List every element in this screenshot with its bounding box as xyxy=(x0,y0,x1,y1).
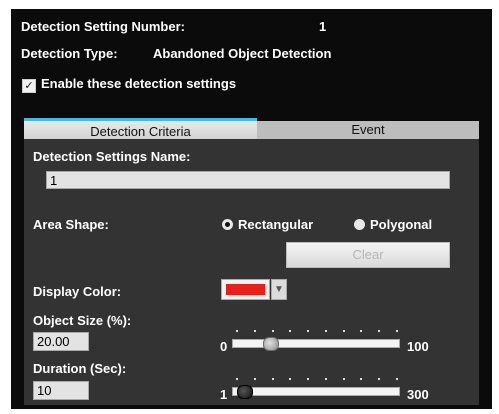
slider-tick xyxy=(271,378,274,380)
check-icon: ✓ xyxy=(24,80,34,92)
slider-tick xyxy=(324,330,327,332)
slider-tick xyxy=(271,330,274,332)
object-size-input[interactable]: 20.00 xyxy=(33,332,89,351)
duration-slider[interactable] xyxy=(232,387,400,396)
rectangular-label: Rectangular xyxy=(238,217,314,232)
duration-min: 1 xyxy=(220,387,228,402)
slider-tick xyxy=(253,330,256,332)
detection-settings-panel: Detection Setting Number: 1 Detection Ty… xyxy=(11,9,492,409)
slider-tick xyxy=(236,330,238,332)
area-shape-label: Area Shape: xyxy=(33,217,109,232)
slider-tick xyxy=(360,378,363,380)
duration-max: 300 xyxy=(407,387,429,402)
polygonal-label: Polygonal xyxy=(370,217,433,232)
slider-tick xyxy=(253,378,256,380)
duration-slider-thumb[interactable] xyxy=(236,385,253,399)
clear-button[interactable]: Clear xyxy=(286,242,450,268)
slider-tick xyxy=(360,330,363,332)
slider-tick xyxy=(307,378,310,380)
slider-tick xyxy=(378,330,381,332)
settings-name-input[interactable]: 1 xyxy=(46,171,450,189)
slider-tick xyxy=(289,378,292,380)
enable-checkbox[interactable]: ✓ xyxy=(22,79,36,93)
slider-tick xyxy=(342,330,345,332)
slider-tick xyxy=(342,378,345,380)
tab-detection-criteria[interactable]: Detection Criteria xyxy=(24,118,257,139)
object-size-slider[interactable] xyxy=(232,339,400,348)
detection-criteria-content: Detection Settings Name: 1 Area Shape: R… xyxy=(24,139,479,405)
duration-input[interactable]: 10 xyxy=(33,381,89,400)
polygonal-radio[interactable] xyxy=(354,219,365,230)
slider-tick xyxy=(236,378,238,380)
slider-tick xyxy=(289,330,292,332)
object-size-label: Object Size (%): xyxy=(33,313,132,328)
settings-name-label: Detection Settings Name: xyxy=(33,149,191,164)
detection-type-value: Abandoned Object Detection xyxy=(153,46,332,61)
display-color-swatch[interactable] xyxy=(221,279,270,300)
slider-tick xyxy=(307,330,310,332)
triangle-down-icon[interactable]: ▼ xyxy=(271,279,287,300)
object-size-min: 0 xyxy=(220,339,228,354)
setting-number-value: 1 xyxy=(319,19,327,34)
object-size-max: 100 xyxy=(407,339,429,354)
slider-tick xyxy=(324,378,327,380)
setting-number-label: Detection Setting Number: xyxy=(21,19,185,34)
slider-tick xyxy=(378,378,381,380)
display-color-label: Display Color: xyxy=(33,284,122,299)
display-color-fill xyxy=(226,284,265,295)
enable-label: Enable these detection settings xyxy=(41,76,237,91)
detection-type-label: Detection Type: xyxy=(21,46,118,61)
tab-event[interactable]: Event xyxy=(257,121,479,139)
slider-tick xyxy=(396,330,398,332)
object-size-slider-thumb[interactable] xyxy=(262,337,279,351)
duration-label: Duration (Sec): xyxy=(33,361,127,376)
slider-tick xyxy=(396,378,398,380)
rectangular-radio[interactable] xyxy=(222,219,233,230)
